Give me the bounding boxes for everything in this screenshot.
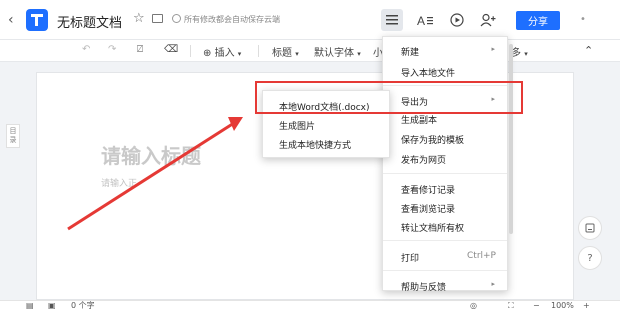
annotation-arrow-shaft [67, 121, 235, 231]
annotation-arrow [67, 117, 243, 231]
